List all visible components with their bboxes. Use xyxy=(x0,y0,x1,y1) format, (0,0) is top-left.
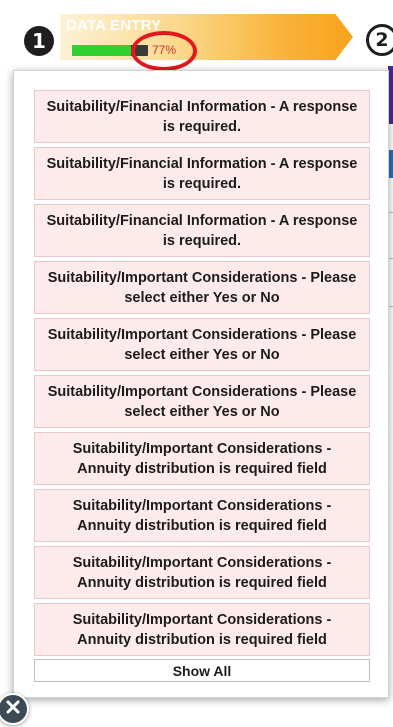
background-divider xyxy=(389,212,393,213)
show-all-button[interactable]: Show All xyxy=(34,659,370,682)
highlight-annotation-ring xyxy=(131,31,197,71)
error-item[interactable]: Suitability/Important Considerations - A… xyxy=(34,432,370,485)
error-item[interactable]: Suitability/Important Considerations - A… xyxy=(34,489,370,542)
error-item[interactable]: Suitability/Important Considerations - A… xyxy=(34,546,370,599)
error-item[interactable]: Suitability/Important Considerations - P… xyxy=(34,261,370,314)
close-button[interactable] xyxy=(0,693,29,725)
background-divider xyxy=(389,306,393,307)
error-item[interactable]: Suitability/Important Considerations - P… xyxy=(34,318,370,371)
error-item[interactable]: Suitability/Financial Information - A re… xyxy=(34,147,370,200)
close-icon xyxy=(5,699,21,720)
background-accent-bar xyxy=(389,150,393,178)
step-title: DATA ENTRY xyxy=(66,17,162,34)
error-item[interactable]: Suitability/Financial Information - A re… xyxy=(34,204,370,257)
validation-errors-popup: Suitability/Financial Information - A re… xyxy=(13,70,389,698)
step-number-next[interactable]: 2 xyxy=(366,24,393,56)
progress-fill xyxy=(72,45,131,56)
error-item[interactable]: Suitability/Financial Information - A re… xyxy=(34,90,370,143)
error-item[interactable]: Suitability/Important Considerations - A… xyxy=(34,603,370,656)
step-number-current[interactable]: 1 xyxy=(24,26,54,56)
step-progress-bar: 1 DATA ENTRY 77% 2 xyxy=(0,0,393,71)
error-item[interactable]: Suitability/Important Considerations - P… xyxy=(34,375,370,428)
background-divider xyxy=(389,258,393,259)
error-list: Suitability/Financial Information - A re… xyxy=(34,90,370,660)
